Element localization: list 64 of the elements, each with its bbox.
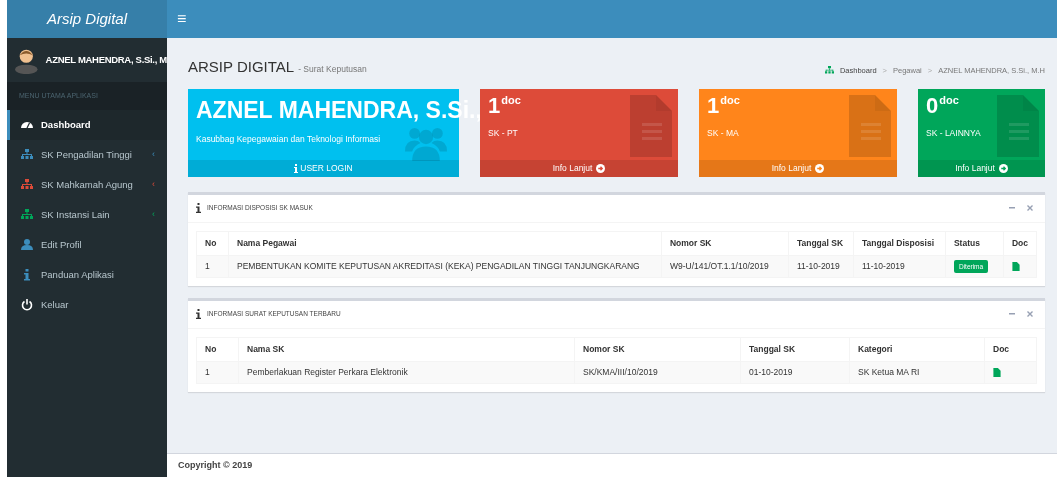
document-icon [849,94,891,157]
user-name: AZNEL MAHENDRA, S.Si., M [45,52,167,67]
sidebar-item[interactable]: SK Instansi Lain ‹ [7,200,167,230]
chevron-icon: ‹ [152,148,155,162]
minimize-icon[interactable] [1009,313,1015,315]
table-cell: Pemberlakuan Register Perkara Elektronik [238,361,575,383]
info-icon [294,163,299,173]
column-header: Nomor SK [574,337,741,361]
page-subtitle: - Surat Keputusan [298,63,367,76]
menu-toggle-button[interactable]: ≡ [177,11,187,27]
table-cell: SK/KMA/III/10/2019 [574,361,741,383]
gauge-icon [21,119,33,131]
column-header: Tanggal SK [740,337,850,361]
table-cell: 11-10-2019 [853,255,946,277]
column-header: No [196,337,239,361]
chevron-icon: ‹ [152,208,155,222]
table-cell: 11-10-2019 [788,255,854,277]
column-header: Nama Pegawai [228,231,662,255]
table-cell: 1 [196,361,239,383]
stat-label: SK - PT [488,126,518,140]
stat-label: SK - LAINNYA [926,126,981,140]
copyright-text: Copyright © 2019 [178,458,253,472]
arrow-circle-icon [815,163,825,173]
sidebar-item[interactable]: Keluar [7,290,167,320]
sidebar-item[interactable]: Edit Profil [7,230,167,260]
info-lanjut-link[interactable]: Info Lanjut [918,159,1045,177]
sidebar-item[interactable]: SK Mahkamah Agung ‹ [7,170,167,200]
table-cell: PEMBENTUKAN KOMITE KEPUTUSAN AKREDITASI (KEKA) PENGADILAN TINGGI TANJUNGKARANG [228,255,662,277]
table-cell: W9-U/141/OT.1.1/10/2019 [661,255,789,277]
document-icon[interactable] [1011,261,1020,271]
table-cell: 01-10-2019 [740,361,850,383]
column-header: Status [945,231,1004,255]
info-icon [196,203,201,213]
profile-position: Kasubbag Kepegawaian dan Teknologi Informasi [196,132,381,146]
column-header: Nama SK [238,337,575,361]
close-icon[interactable] [1027,311,1033,317]
user-icon [21,239,33,251]
info-icon [196,309,201,319]
sitemap-icon [824,66,834,76]
column-header: Tanggal Disposisi [853,231,946,255]
table-cell: SK Ketua MA RI [849,361,985,383]
stat-label: SK - MA [707,126,739,140]
column-header: Kategori [849,337,985,361]
chevron-icon: ‹ [152,178,155,192]
column-header: Doc [984,337,1037,361]
column-header: Tanggal SK [788,231,854,255]
column-header: Nomor SK [661,231,789,255]
column-header: Doc [1003,231,1037,255]
page-title: ARSIP DIGITAL [188,57,295,77]
document-icon[interactable] [993,367,1001,377]
column-header: No [196,231,229,255]
arrow-circle-icon [596,163,606,173]
document-icon [630,94,672,157]
close-icon[interactable] [1027,205,1033,211]
table-cell: 1 [196,255,229,277]
sidebar-item[interactable]: Panduan Aplikasi [7,260,167,290]
sidebar-item[interactable]: Dashboard [7,110,167,140]
arrow-circle-icon [998,163,1008,173]
info-lanjut-link[interactable]: Info Lanjut [480,159,678,177]
sidebar-item[interactable]: SK Pengadilan Tinggi ‹ [7,140,167,170]
power-icon [21,299,33,311]
document-icon [997,94,1039,157]
minimize-icon[interactable] [1009,207,1015,209]
info-icon [21,269,33,281]
